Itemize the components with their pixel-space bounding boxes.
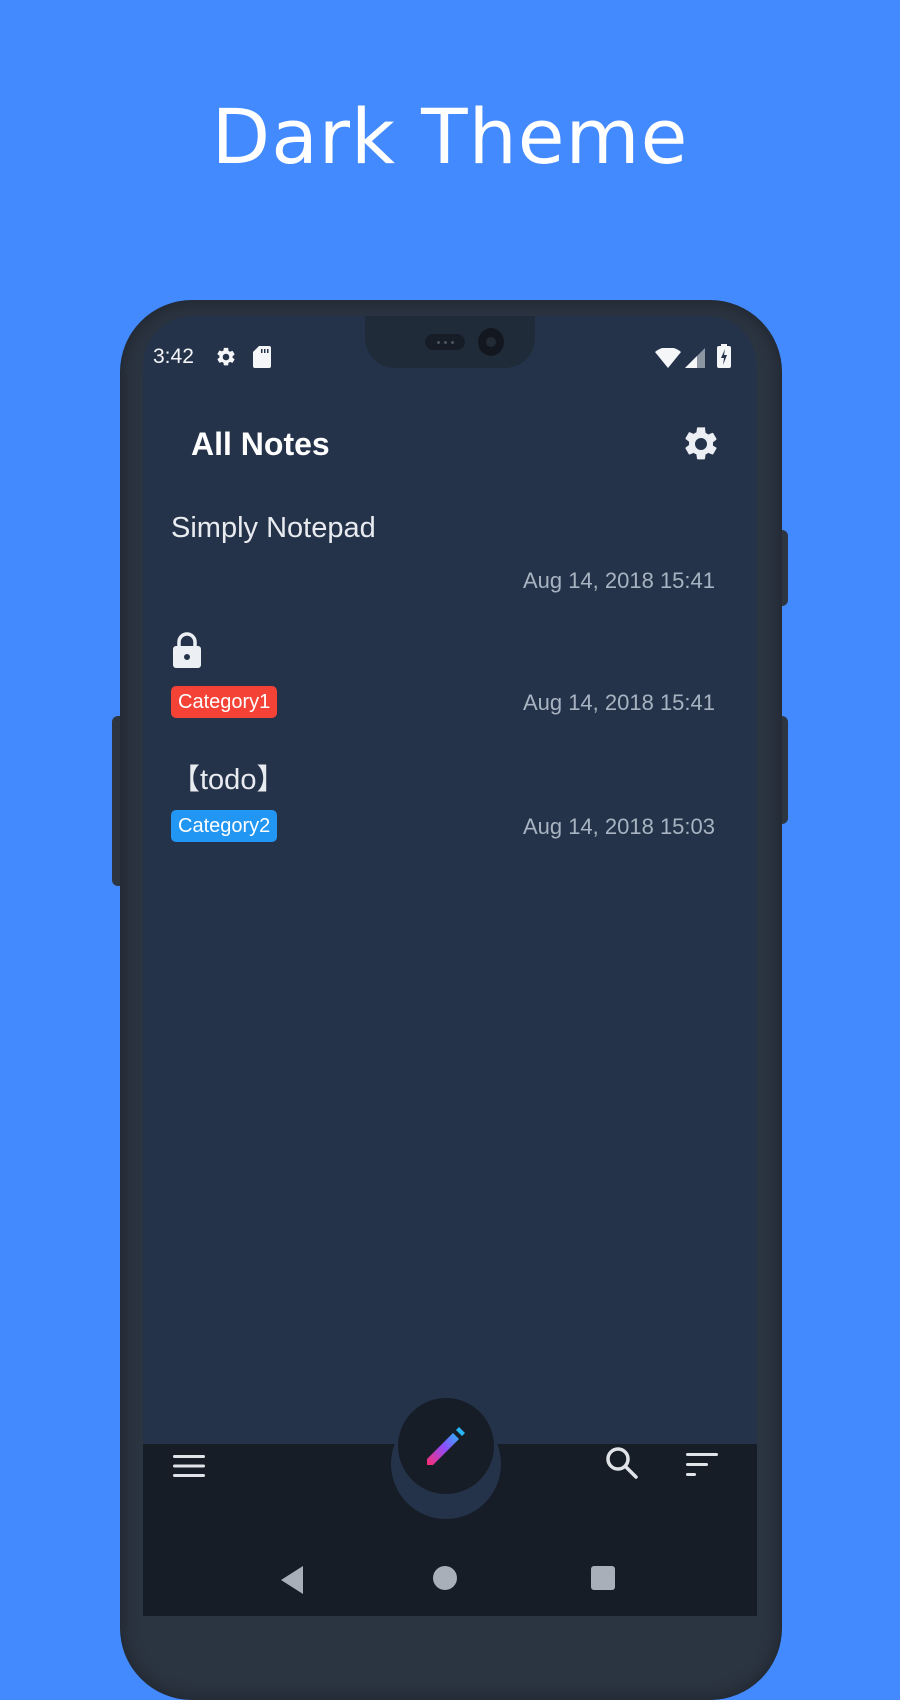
back-triangle-icon [281, 1566, 303, 1594]
search-icon [606, 1447, 638, 1479]
phone-screen: 3:42 All Notes Simply Notepad Aug 14, 20… [143, 316, 757, 1616]
sd-card-icon [253, 346, 271, 373]
lock-icon [173, 632, 201, 673]
note-title: Simply Notepad [171, 512, 376, 544]
note-date: Aug 14, 2018 15:41 [522, 690, 715, 715]
status-time: 3:42 [153, 345, 194, 368]
nav-back-button[interactable] [281, 1566, 305, 1599]
nav-home-button[interactable] [433, 1566, 457, 1590]
pencil-icon [427, 1427, 465, 1465]
promo-title: Dark Theme [211, 92, 689, 181]
note-list-item[interactable]: 【todo】 Category2 Aug 14, 2018 15:03 [143, 740, 757, 858]
cellular-signal-icon [685, 348, 705, 373]
category-badge: Category2 [171, 810, 278, 842]
battery-charging-icon [717, 344, 731, 373]
menu-button[interactable] [173, 1454, 205, 1483]
hamburger-menu-icon [173, 1455, 205, 1477]
note-title: 【todo】 [171, 764, 286, 796]
new-note-button[interactable] [398, 1398, 494, 1494]
note-date: Aug 14, 2018 15:41 [522, 568, 715, 593]
settings-button[interactable] [681, 424, 721, 464]
note-list-item[interactable]: Category1 Aug 14, 2018 15:41 [143, 616, 757, 734]
sort-button[interactable] [686, 1452, 718, 1483]
search-button[interactable] [605, 1446, 639, 1485]
note-date: Aug 14, 2018 15:03 [522, 814, 715, 839]
gear-icon [215, 346, 237, 373]
nav-recents-button[interactable] [591, 1566, 615, 1590]
gear-icon [685, 427, 717, 460]
note-list-item[interactable]: Simply Notepad Aug 14, 2018 15:41 [143, 496, 757, 606]
status-bar: 3:42 [143, 342, 757, 374]
page-title: All Notes [191, 426, 330, 462]
wifi-icon [655, 347, 681, 373]
category-badge: Category1 [171, 686, 278, 718]
sort-icon [686, 1453, 718, 1476]
